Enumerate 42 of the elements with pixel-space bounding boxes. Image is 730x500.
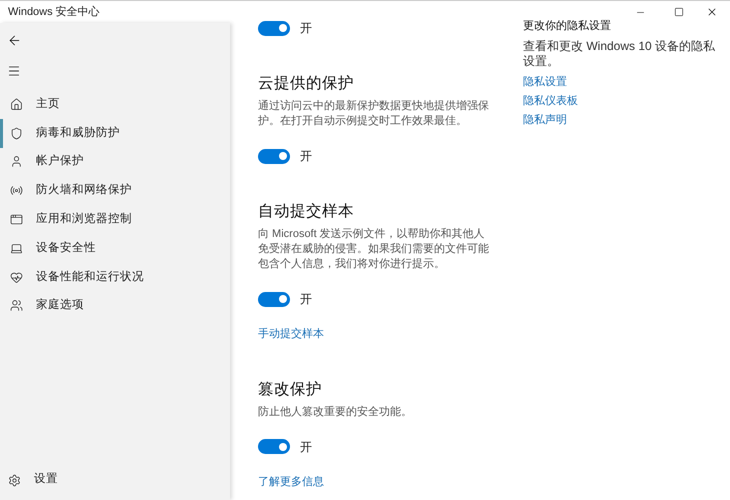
section-heading: 自动提交样本 <box>258 202 355 222</box>
toggle-label: 开 <box>300 148 312 165</box>
sidebar-item[interactable]: 应用和浏览器控制 <box>0 205 230 234</box>
person-icon <box>10 155 23 168</box>
window-title: Windows 安全中心 <box>7 4 100 20</box>
shield-icon <box>10 126 23 140</box>
toggle-label: 开 <box>300 20 312 37</box>
section-heading: 篡改保护 <box>258 380 323 400</box>
sidebar-item[interactable]: 病毒和威胁防护 <box>0 118 230 148</box>
close-icon <box>706 6 718 18</box>
maximize-icon <box>674 7 684 17</box>
section-heading: 云提供的保护 <box>258 74 355 94</box>
toggle-switch[interactable] <box>258 439 290 454</box>
settings-item[interactable]: 设置 <box>0 468 230 492</box>
toggle-switch[interactable] <box>258 20 290 36</box>
antenna-icon <box>10 184 23 198</box>
section-description: 向 Microsoft 发送示例文件，以帮助你和其他人免受潜在威胁的侵害。如果我们需要的文件可能包含个人信息，我们将对你进行提示。 <box>258 227 490 272</box>
privacy-description: 查看和更改 Windows 10 设备的隐私设置。 <box>523 39 716 69</box>
home-icon <box>10 98 23 111</box>
window-icon <box>10 213 23 226</box>
toggle-label: 开 <box>300 291 312 308</box>
people-icon <box>10 299 23 312</box>
privacy-heading: 更改你的隐私设置 <box>523 19 611 33</box>
sidebar-item[interactable]: 家庭选项 <box>0 292 230 320</box>
link[interactable]: 手动提交样本 <box>258 326 324 342</box>
sidebar-item[interactable]: 设备性能和运行状况 <box>0 262 230 292</box>
settings-icon <box>8 474 21 486</box>
privacy-link[interactable]: 隐私设置 <box>523 75 567 90</box>
sidebar-item[interactable]: 防火墙和网络保护 <box>0 176 230 206</box>
privacy-link[interactable]: 隐私声明 <box>523 113 567 128</box>
toggle-switch[interactable] <box>258 292 290 306</box>
privacy-link[interactable]: 隐私仪表板 <box>523 94 578 109</box>
toggle-label: 开 <box>300 438 312 456</box>
link[interactable]: 了解更多信息 <box>258 474 324 490</box>
toggle-switch[interactable] <box>258 148 290 164</box>
sidebar-item[interactable]: 主页 <box>0 90 230 119</box>
section-description: 通过访问云中的最新保护数据更快地提供增强保护。在打开自动示例提交时工作效果最佳。 <box>258 99 490 129</box>
heart-icon <box>10 270 23 284</box>
sidebar-item[interactable]: 设备安全性 <box>0 234 230 263</box>
section-description: 防止他人篡改重要的安全功能。 <box>258 404 413 420</box>
sidebar-item[interactable]: 帐户保护 <box>0 148 230 176</box>
laptop-icon <box>10 242 23 255</box>
